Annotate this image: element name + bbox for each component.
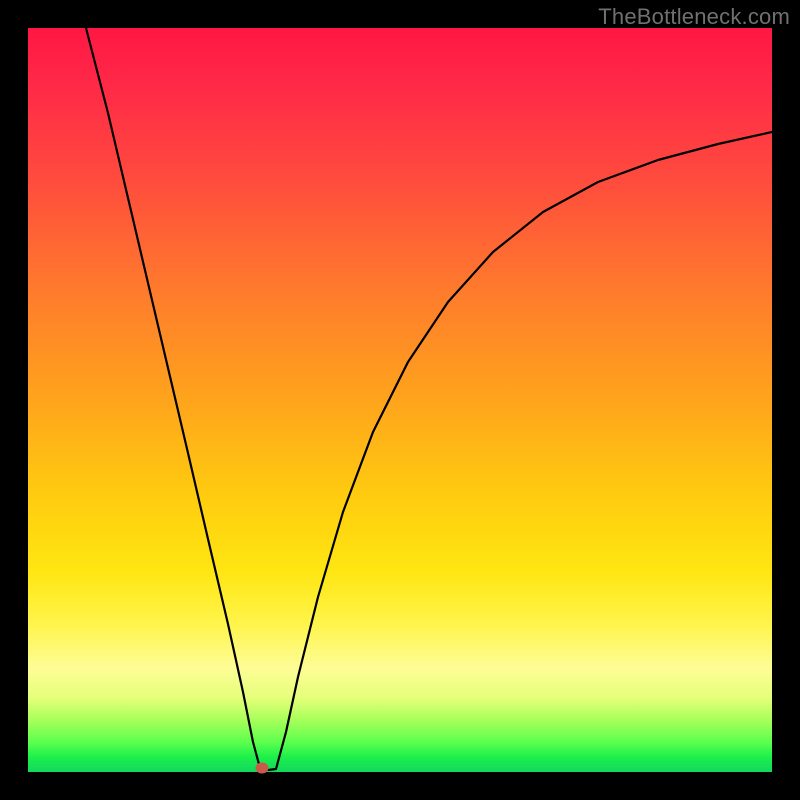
optimal-marker: [256, 763, 269, 774]
plot-gradient-bg: [28, 28, 772, 772]
watermark-text: TheBottleneck.com: [598, 4, 790, 30]
